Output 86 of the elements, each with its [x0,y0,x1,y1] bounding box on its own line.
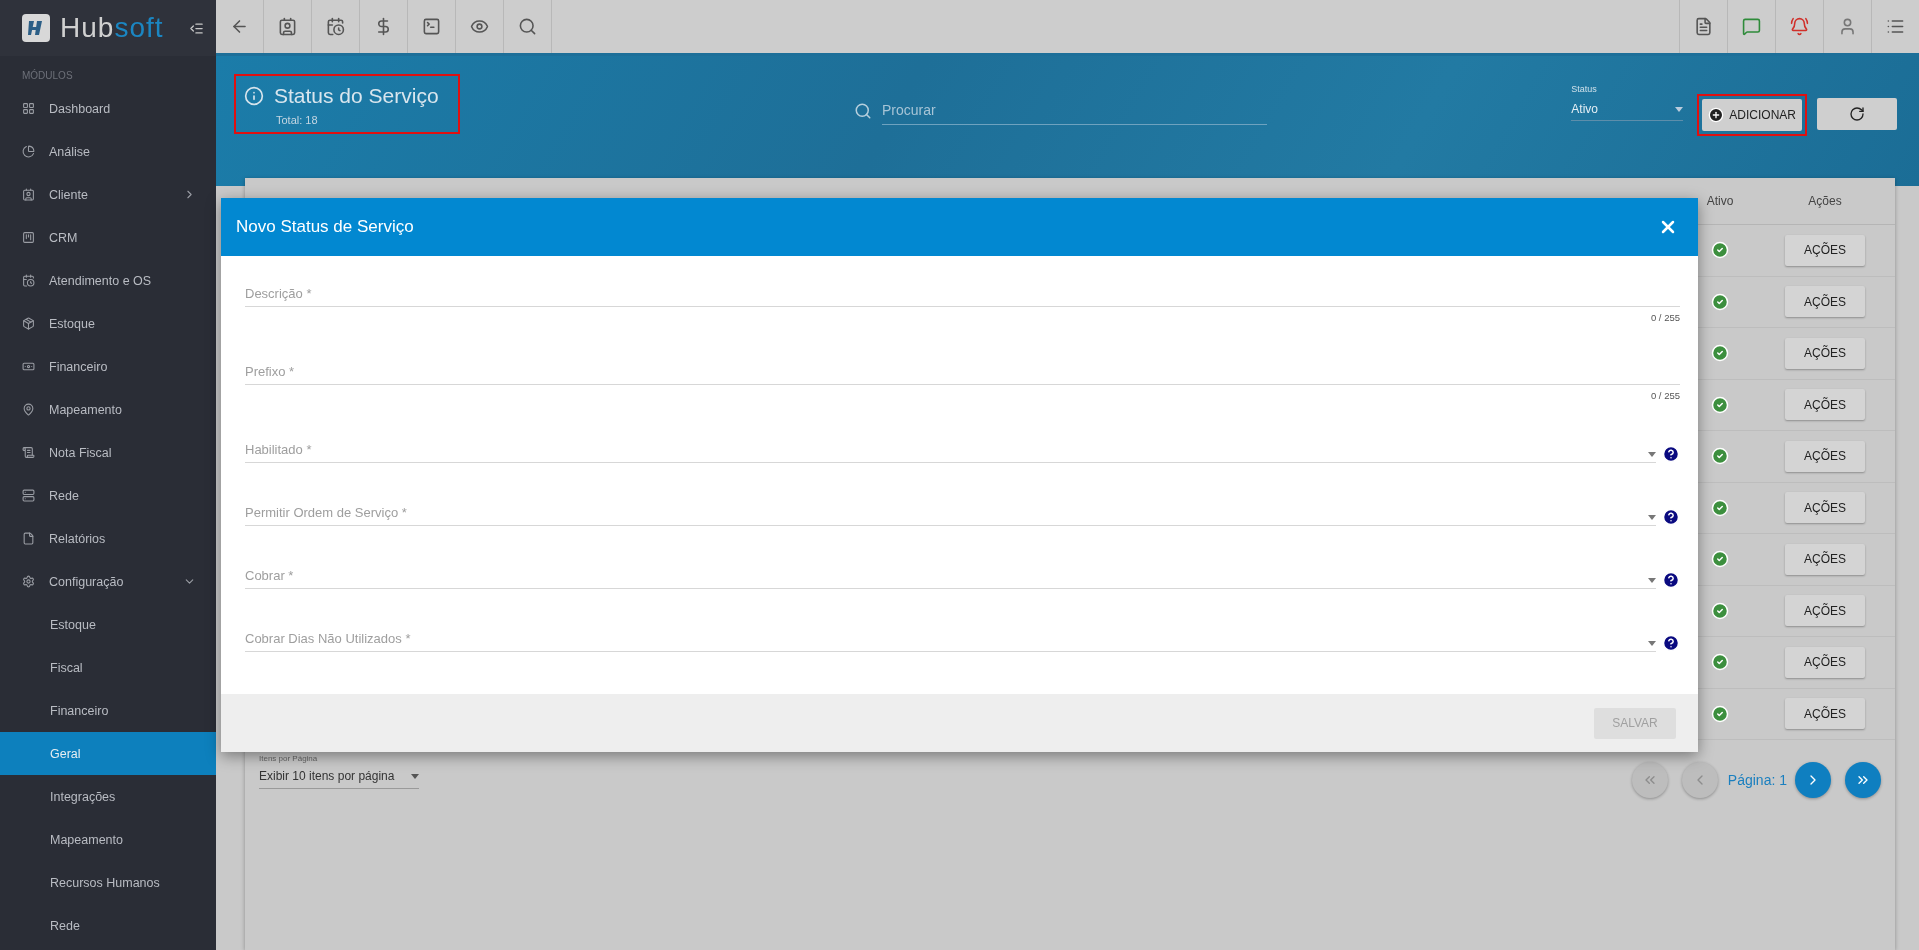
pdf-file-icon [1694,17,1713,36]
actions-button[interactable]: AÇÕES [1785,234,1865,266]
column-header: Ativo [1705,194,1735,208]
box-icon [22,317,35,330]
caret-icon [411,773,419,779]
grid-icon [22,102,35,115]
info-icon [244,86,264,106]
back-icon [230,17,249,36]
sidebar-subitem[interactable]: Rede [0,904,216,947]
menu-icon [1886,17,1905,36]
bell-icon [1790,17,1809,36]
refresh-icon [1849,106,1865,122]
calendar-clock-icon [326,17,345,36]
contact-card-icon [22,188,35,201]
caret-icon [1648,578,1656,583]
sidebar-item[interactable]: Nota Fiscal [0,431,216,474]
sidebar-item[interactable]: Estoque [0,302,216,345]
collapse-icon[interactable] [189,20,204,36]
actions-button[interactable]: AÇÕES [1785,440,1865,472]
actions-button[interactable]: AÇÕES [1785,646,1865,678]
sidebar-item[interactable]: Análise [0,130,216,173]
help-icon[interactable] [1662,508,1680,526]
banknote-icon [22,360,35,373]
sidebar-subitem[interactable]: Recursos Humanos [0,861,216,904]
last-page-button[interactable] [1845,762,1881,798]
actions-button[interactable]: AÇÕES [1785,492,1865,524]
actions-button[interactable]: AÇÕES [1785,389,1865,421]
sidebar-item[interactable]: Financeiro [0,345,216,388]
sidebar-subitem[interactable]: Mapeamento [0,818,216,861]
actions-button[interactable]: AÇÕES [1785,698,1865,730]
map-pin-icon [22,403,35,416]
dialog-title: Novo Status de Serviço [236,217,414,237]
sidebar-subitem[interactable]: Fiscal [0,646,216,689]
sidebar-subitem[interactable]: Financeiro [0,689,216,732]
sidebar-item[interactable]: Mapeamento [0,388,216,431]
terminal-icon [422,17,441,36]
avatar-icon [1838,17,1857,36]
search-icon [518,17,537,36]
sidebar-item[interactable]: Configuração [0,560,216,603]
character-counter: 0 / 255 [1650,390,1680,401]
next-page-button[interactable] [1795,762,1831,798]
status-select[interactable]: Status Ativo [1571,84,1684,121]
search-field[interactable]: Procurar [882,96,1267,125]
section-label: MÓDULOS [21,68,74,83]
plus-icon [1708,107,1725,123]
settings-icon [22,575,35,588]
server-icon [22,489,35,502]
character-counter: 0 / 255 [1650,312,1680,323]
page-number: Página: 1 [1727,772,1787,788]
caret-icon [1675,106,1684,112]
caret-icon [1648,452,1656,457]
per-page-select[interactable]: Itens por Página Exibir 10 itens por página [259,754,419,789]
caret-icon [1648,641,1656,646]
total-count: Total: 18 [276,114,319,126]
board-icon [22,231,35,244]
help-icon[interactable] [1662,634,1680,652]
document-icon [22,446,35,459]
sidebar-subitem[interactable]: Geral [0,732,216,775]
sidebar-item[interactable]: CRM [0,216,216,259]
sidebar-subitem[interactable]: Integrações [0,775,216,818]
contact-card-icon [278,17,297,36]
file-icon [22,532,35,545]
help-icon[interactable] [1662,571,1680,589]
search-icon [854,101,872,120]
sidebar-item[interactable]: Relatórios [0,517,216,560]
page-title: Status do Serviço [274,84,439,108]
sidebar-item[interactable]: Cliente [0,173,216,216]
actions-button[interactable]: AÇÕES [1785,337,1865,369]
add-button[interactable]: ADICIONAR [1702,99,1802,131]
sidebar-item[interactable]: Dashboard [0,87,216,130]
calendar-clock-icon [22,274,35,287]
pie-chart-icon [22,145,35,158]
sidebar-subitem[interactable]: Estoque [0,603,216,646]
caret-icon [1648,515,1656,520]
actions-button[interactable]: AÇÕES [1785,286,1865,318]
sidebar-item[interactable]: Rede [0,474,216,517]
chat-icon [1742,17,1761,36]
column-header: Ações [1807,194,1843,208]
refresh-button[interactable] [1817,98,1897,130]
actions-button[interactable]: AÇÕES [1785,543,1865,575]
sidebar-item[interactable]: Atendimento e OS [0,259,216,302]
actions-button[interactable]: AÇÕES [1785,595,1865,627]
logo-text: Hubsoft [60,12,165,44]
logo-icon [22,14,50,42]
eye-icon [470,17,489,36]
help-icon[interactable] [1662,445,1680,463]
